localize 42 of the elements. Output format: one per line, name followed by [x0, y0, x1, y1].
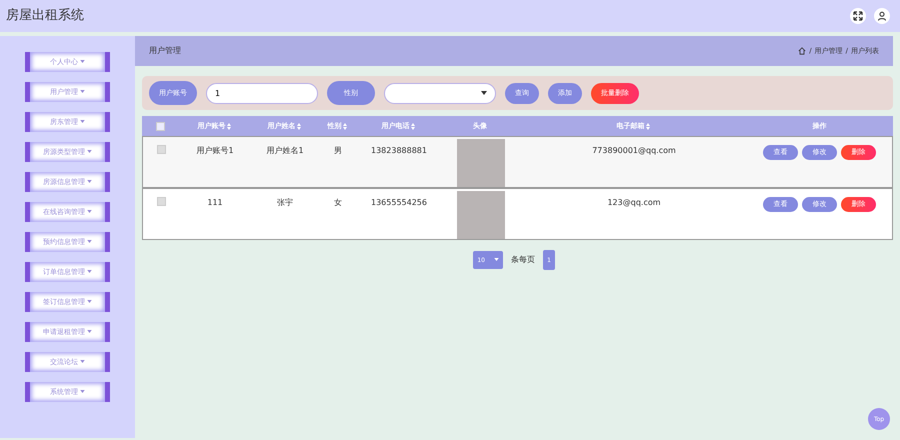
caret-icon	[87, 300, 92, 304]
caret-icon	[87, 240, 92, 244]
app-title: 房屋出租系统	[6, 7, 84, 26]
caret-icon	[481, 91, 487, 95]
caret-icon	[80, 120, 85, 124]
sort-icon[interactable]	[646, 122, 650, 130]
caret-icon	[87, 330, 92, 334]
photo-placeholder	[457, 191, 505, 239]
table-cell-text: 女	[334, 197, 342, 209]
page-title: 用户管理	[149, 45, 181, 57]
table-cell-text: 13823888881	[371, 145, 427, 157]
caret-icon	[87, 270, 92, 274]
caret-icon	[80, 60, 85, 64]
sort-icon[interactable]	[226, 122, 230, 130]
table-cell-text: 张宇	[277, 197, 293, 209]
user-icon[interactable]	[874, 8, 890, 24]
gender-select[interactable]	[384, 82, 496, 104]
caret-icon	[80, 390, 85, 394]
caret-icon	[87, 150, 92, 154]
per-page-label: 条每页	[511, 254, 535, 266]
caret-icon	[87, 210, 92, 214]
table-cell-text: 用户姓名1	[266, 145, 304, 157]
caret-icon	[87, 180, 92, 184]
account-input[interactable]: 1	[206, 82, 318, 104]
caret-icon	[80, 90, 85, 94]
sort-icon[interactable]	[410, 122, 414, 130]
home-icon[interactable]	[798, 47, 806, 55]
row-checkbox[interactable]	[156, 197, 166, 206]
table-cell-text: 13655554256	[371, 197, 427, 209]
caret-icon	[80, 360, 85, 364]
fullscreen-icon[interactable]	[850, 8, 866, 24]
sort-icon[interactable]	[342, 122, 346, 130]
table-cell-text: 用户账号1	[196, 145, 234, 157]
row-checkbox[interactable]	[156, 145, 166, 154]
select-all-checkbox[interactable]	[156, 122, 164, 130]
sort-icon[interactable]	[296, 122, 300, 130]
table-cell-text: 男	[334, 145, 342, 157]
photo-placeholder	[457, 139, 505, 187]
table-cell-text: 111	[207, 197, 223, 209]
table-cell-text: 773890001@qq.com	[592, 145, 676, 157]
table-cell-text: 123@qq.com	[607, 197, 661, 209]
caret-icon	[494, 258, 499, 262]
